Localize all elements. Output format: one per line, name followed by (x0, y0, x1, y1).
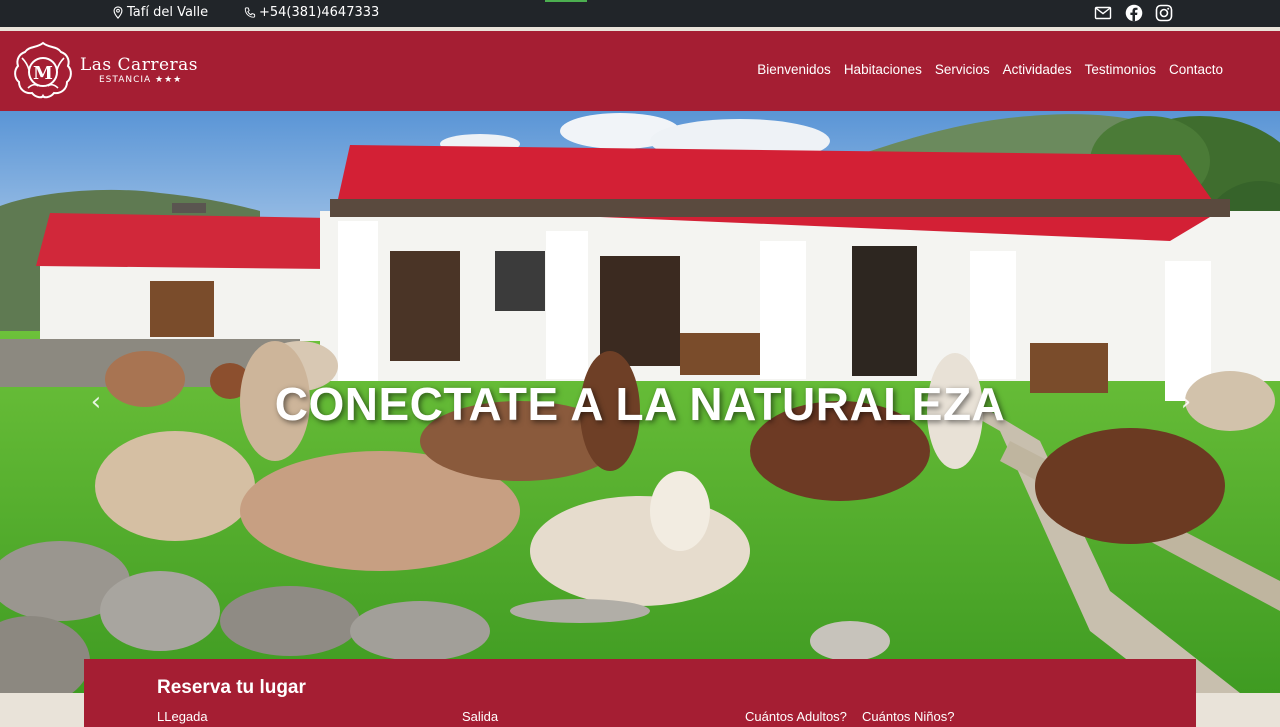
main-nav: Bienvenidos Habitaciones Servicios Activ… (757, 62, 1223, 77)
nav-item-actividades[interactable]: Actividades (1003, 62, 1072, 77)
hero-carousel[interactable]: CONECTATE A LA NATURALEZA ‹ › (0, 111, 1280, 693)
brand-subtitle: ESTANCIA ★★★ (99, 75, 183, 85)
emblem-icon: M (14, 41, 72, 99)
brand-name: Las Carreras (80, 55, 198, 75)
hero-title: CONECTATE A LA NATURALEZA (274, 378, 1006, 430)
carousel-next-button[interactable]: › (1176, 387, 1196, 417)
arrival-label: LLegada (157, 709, 208, 724)
envelope-icon (1094, 6, 1112, 20)
phone-icon (244, 7, 256, 18)
booking-panel: Reserva tu lugar LLegada Salida Cuántos … (84, 659, 1196, 727)
facebook-icon (1125, 4, 1143, 22)
children-label: Cuántos Niños? (862, 709, 955, 724)
carousel-prev-button[interactable]: ‹ (86, 387, 106, 417)
phone-text: +54(381)4647333 (259, 5, 380, 20)
nav-item-contacto[interactable]: Contacto (1169, 62, 1223, 77)
emblem-letter: M (33, 63, 53, 84)
adults-label: Cuántos Adultos? (745, 709, 847, 724)
facebook-link[interactable] (1124, 3, 1144, 23)
phone-info[interactable]: +54(381)4647333 (244, 5, 379, 20)
location-info[interactable]: Tafí del Valle (112, 5, 208, 20)
instagram-link[interactable] (1154, 3, 1174, 23)
site-header: M Las Carreras ESTANCIA ★★★ Bienvenidos … (0, 31, 1280, 111)
nav-item-testimonios[interactable]: Testimonios (1085, 62, 1156, 77)
departure-label: Salida (462, 709, 499, 724)
brand-logo[interactable]: M Las Carreras ESTANCIA ★★★ (10, 40, 198, 100)
email-link[interactable] (1093, 3, 1113, 23)
accent-strip (545, 0, 587, 2)
nav-item-habitaciones[interactable]: Habitaciones (844, 62, 922, 77)
nav-item-bienvenidos[interactable]: Bienvenidos (757, 62, 831, 77)
top-bar: Tafí del Valle +54(381)4647333 (0, 0, 1280, 27)
map-pin-icon (113, 6, 123, 19)
booking-title: Reserva tu lugar (157, 677, 306, 698)
instagram-icon (1155, 4, 1173, 22)
logo-text: Las Carreras ESTANCIA ★★★ (80, 55, 198, 85)
nav-item-servicios[interactable]: Servicios (935, 62, 990, 77)
location-text: Tafí del Valle (127, 5, 209, 20)
